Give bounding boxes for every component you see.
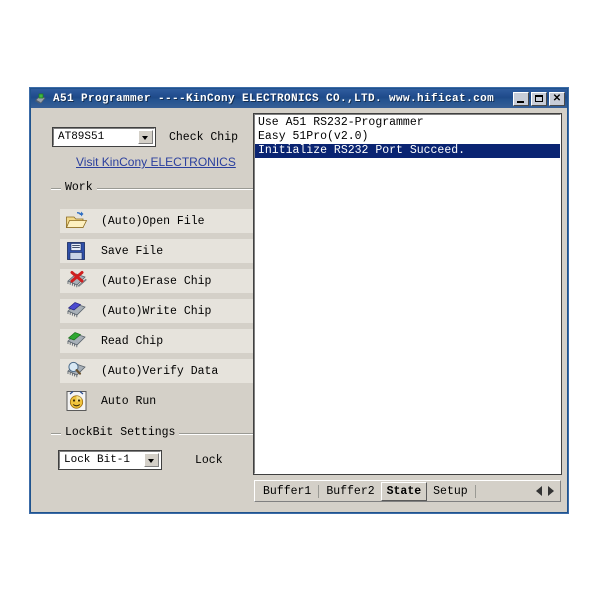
maximize-button[interactable] <box>531 91 547 106</box>
close-button[interactable]: ✕ <box>549 91 565 106</box>
tab-divider <box>474 484 476 498</box>
auto-run-label: Auto Run <box>101 394 157 408</box>
list-item[interactable]: Initialize RS232 Port Succeed. <box>255 144 560 158</box>
chip-type-select[interactable]: AT89S51 <box>52 127 156 147</box>
tab-strip: Buffer1 Buffer2 State Setup <box>254 480 561 502</box>
tab-buffer2[interactable]: Buffer2 <box>320 482 380 501</box>
scroll-left-arrow[interactable] <box>536 486 542 496</box>
close-icon: ✕ <box>552 92 562 104</box>
save-file-label: Save File <box>101 244 164 258</box>
list-item[interactable]: Easy 51Pro(v2.0) <box>255 130 560 144</box>
read-chip-button[interactable]: Read Chip <box>59 328 255 354</box>
chip-read-icon <box>65 330 89 352</box>
write-chip-label: (Auto)Write Chip <box>101 304 212 318</box>
open-folder-icon <box>65 210 89 232</box>
lockbit-groupbox: LockBit Settings Lock Bit-1 Lock <box>51 426 263 491</box>
list-item[interactable]: Use A51 RS232-Programmer <box>255 116 560 130</box>
write-chip-button[interactable]: (Auto)Write Chip <box>59 298 255 324</box>
chip-icon <box>34 92 48 106</box>
work-groupbox: Work (Auto)Open File Save File (Auto)Era… <box>51 181 263 414</box>
window-controls: ✕ <box>513 91 565 106</box>
lock-button[interactable]: Lock <box>195 454 223 467</box>
chip-write-icon <box>65 300 89 322</box>
tab-setup[interactable]: Setup <box>427 482 474 501</box>
lockbit-select[interactable]: Lock Bit-1 <box>58 450 162 470</box>
chip-verify-icon <box>65 360 89 382</box>
lockbit-row: Lock Bit-1 Lock <box>58 450 223 470</box>
chevron-down-icon[interactable] <box>144 453 159 467</box>
chip-erase-icon <box>65 270 89 292</box>
floppy-disk-icon <box>65 240 89 262</box>
tab-divider <box>318 484 320 498</box>
window-title: A51 Programmer ----KinCony ELECTRONICS C… <box>53 92 495 105</box>
auto-run-icon <box>65 390 89 412</box>
open-file-label: (Auto)Open File <box>101 214 205 228</box>
title-bar[interactable]: A51 Programmer ----KinCony ELECTRONICS C… <box>31 89 567 108</box>
chevron-down-icon[interactable] <box>138 130 153 144</box>
app-window: A51 Programmer ----KinCony ELECTRONICS C… <box>30 88 568 513</box>
chip-type-value: AT89S51 <box>58 131 105 143</box>
read-chip-label: Read Chip <box>101 334 164 348</box>
left-pane: AT89S51 Check Chip Visit KinCony ELECTRO… <box>31 108 263 512</box>
verify-data-label: (Auto)Verify Data <box>101 364 219 378</box>
open-file-button[interactable]: (Auto)Open File <box>59 208 255 234</box>
status-log-list[interactable]: Use A51 RS232-Programmer Easy 51Pro(v2.0… <box>253 113 562 475</box>
right-pane: Use A51 RS232-Programmer Easy 51Pro(v2.0… <box>250 108 565 510</box>
tab-state[interactable]: State <box>380 481 428 501</box>
work-group-label: Work <box>61 181 97 194</box>
lockbit-value: Lock Bit-1 <box>64 454 131 466</box>
window-body: AT89S51 Check Chip Visit KinCony ELECTRO… <box>31 108 567 512</box>
save-file-button[interactable]: Save File <box>59 238 255 264</box>
verify-data-button[interactable]: (Auto)Verify Data <box>59 358 255 384</box>
tab-nav <box>536 486 560 496</box>
erase-chip-label: (Auto)Erase Chip <box>101 274 212 288</box>
check-chip-button[interactable]: Check Chip <box>169 131 238 144</box>
lockbit-group-label: LockBit Settings <box>61 426 180 439</box>
auto-run-button[interactable]: Auto Run <box>59 388 255 414</box>
minimize-button[interactable] <box>513 91 529 106</box>
scroll-right-arrow[interactable] <box>548 486 554 496</box>
chip-selection-row: AT89S51 Check Chip <box>52 127 238 147</box>
visit-kincony-link[interactable]: Visit KinCony ELECTRONICS <box>76 155 236 169</box>
erase-chip-button[interactable]: (Auto)Erase Chip <box>59 268 255 294</box>
tab-buffer1[interactable]: Buffer1 <box>257 482 317 501</box>
